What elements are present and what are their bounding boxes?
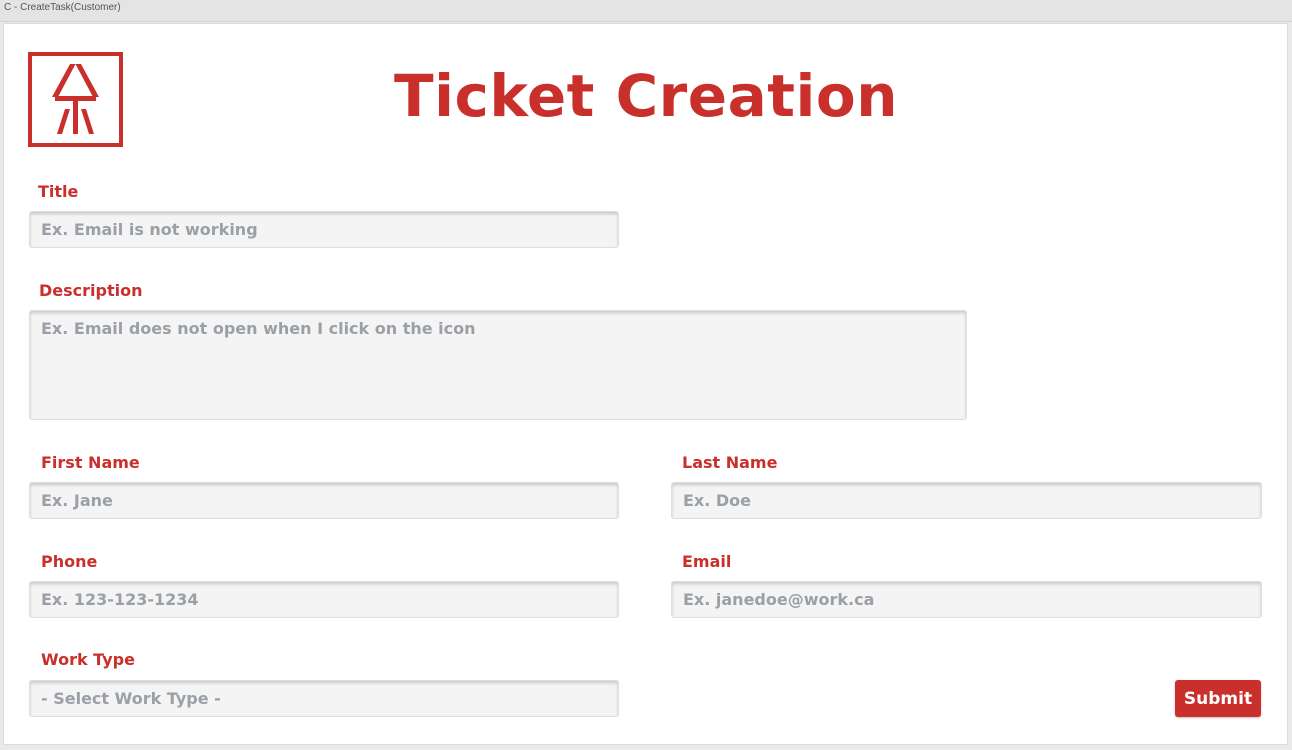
window-titlebar: C - CreateTask(Customer) [0, 0, 1292, 22]
phone-label: Phone [41, 552, 98, 571]
email-input[interactable] [671, 581, 1262, 618]
description-textarea[interactable] [29, 310, 967, 420]
title-input[interactable] [29, 211, 619, 248]
first-name-label: First Name [41, 453, 140, 472]
phone-input[interactable] [29, 581, 619, 618]
page-title: Ticket Creation [394, 62, 898, 130]
submit-button[interactable]: Submit [1175, 680, 1261, 717]
work-type-selected-value: - Select Work Type - [41, 689, 221, 708]
window-title: C - CreateTask(Customer) [4, 2, 121, 13]
work-type-select[interactable]: - Select Work Type - [29, 680, 619, 717]
last-name-label: Last Name [682, 453, 778, 472]
description-label: Description [39, 281, 143, 300]
first-name-input[interactable] [29, 482, 619, 519]
last-name-input[interactable] [671, 482, 1262, 519]
work-type-label: Work Type [41, 650, 135, 669]
email-label: Email [682, 552, 732, 571]
title-label: Title [38, 182, 79, 201]
